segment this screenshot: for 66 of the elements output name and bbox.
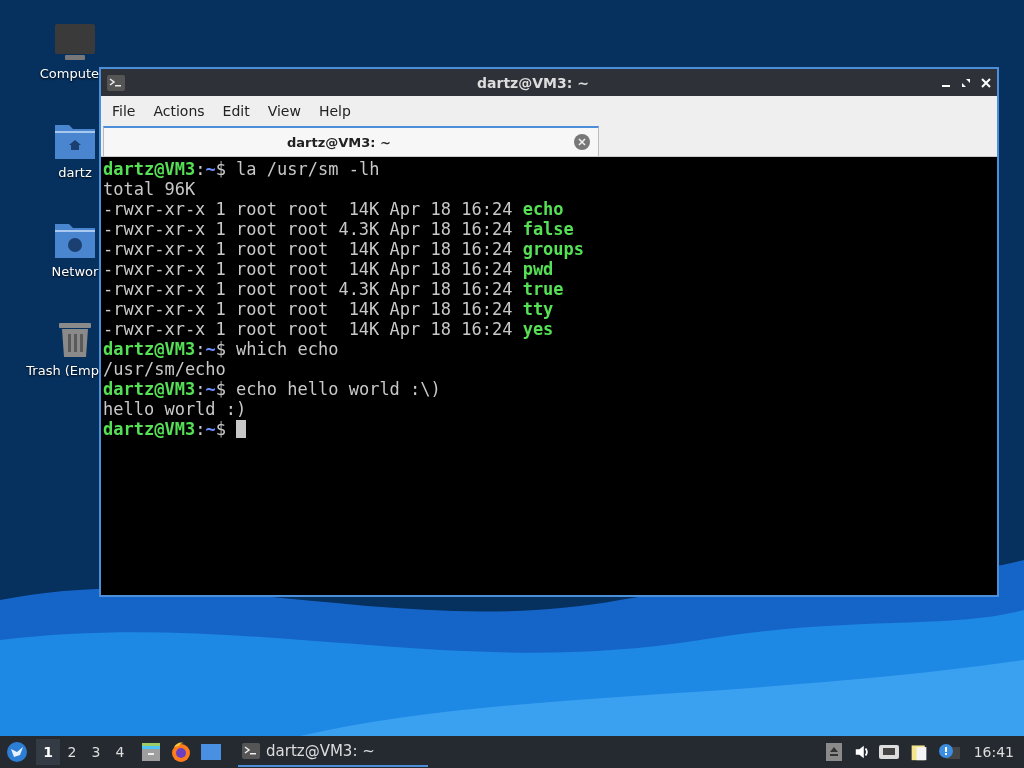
terminal-text: -rwxr-xr-x 1 root root 14K Apr 18 16:24 <box>103 319 514 339</box>
bird-logo-icon[interactable] <box>6 741 28 763</box>
workspace-button[interactable]: 3 <box>84 739 108 765</box>
terminal-text: ~ <box>205 159 216 179</box>
terminal-text: : <box>195 379 206 399</box>
terminal-icon <box>107 74 125 91</box>
speaker-icon[interactable] <box>853 743 870 761</box>
terminal-text: $ echo hello world :\) <box>215 379 441 399</box>
terminal-area[interactable] <box>101 157 997 595</box>
workspace-button[interactable]: 1 <box>36 739 60 765</box>
desktop-icon-label[interactable]: dartz <box>51 165 99 180</box>
notification-icon[interactable] <box>937 743 960 761</box>
terminal-text: true <box>522 279 564 299</box>
tab[interactable]: dartz@VM3: ~ <box>103 126 599 156</box>
terminal-icon <box>242 743 260 759</box>
terminal-text: false <box>522 219 574 239</box>
terminal-text: -rwxr-xr-x 1 root root 14K Apr 18 16:24 <box>103 199 514 219</box>
terminal-text: : <box>195 419 206 439</box>
menu-item[interactable]: Actions <box>144 103 214 119</box>
desktop-icon-label[interactable]: Trash (Emp <box>26 363 99 378</box>
terminal-text: : <box>195 159 206 179</box>
desktop-icon-label[interactable]: Compute <box>39 66 99 81</box>
menu-item[interactable]: File <box>103 103 145 119</box>
terminal-text: -rwxr-xr-x 1 root root 14K Apr 18 16:24 <box>103 299 514 319</box>
menu-item[interactable]: Help <box>309 103 360 119</box>
terminal-text: total 96K <box>103 179 196 199</box>
show-desktop-icon[interactable] <box>200 741 222 763</box>
terminal-text: ~ <box>205 419 216 439</box>
browser-icon[interactable] <box>170 741 192 763</box>
menu-item[interactable]: View <box>258 103 310 119</box>
network-port-icon[interactable] <box>877 743 900 761</box>
terminal-text: -rwxr-xr-x 1 root root 14K Apr 18 16:24 <box>103 239 514 259</box>
terminal-text: dartz@VM3 <box>103 339 196 359</box>
terminal-text: /usr/sm/echo <box>103 359 226 379</box>
terminal-text: ~ <box>205 339 216 359</box>
maximize-icon[interactable] <box>961 77 971 88</box>
text-cursor <box>235 420 246 438</box>
terminal-text: ~ <box>205 379 216 399</box>
workspace-button[interactable]: 4 <box>108 739 132 765</box>
terminal-text: hello world :) <box>103 399 247 419</box>
monitor-icon[interactable] <box>53 22 97 62</box>
terminal-text: groups <box>522 239 585 259</box>
terminal-text: dartz@VM3 <box>103 159 196 179</box>
terminal-text: -rwxr-xr-x 1 root root 4.3K Apr 18 16:24 <box>103 279 514 299</box>
close-icon[interactable] <box>981 77 991 88</box>
desktop-icon-label[interactable]: Networ <box>51 264 99 279</box>
window-title: dartz@VM3: ~ <box>476 74 590 91</box>
terminal-text: echo <box>522 199 564 219</box>
terminal-text: dartz@VM3 <box>103 419 196 439</box>
terminal-text: -rwxr-xr-x 1 root root 14K Apr 18 16:24 <box>103 259 514 279</box>
eject-icon[interactable] <box>825 743 842 761</box>
close-tab-icon[interactable] <box>574 134 590 150</box>
terminal-text: : <box>195 339 206 359</box>
menu-item[interactable]: Edit <box>213 103 259 119</box>
terminal-text: $ which echo <box>215 339 339 359</box>
terminal-text: tty <box>522 299 554 319</box>
terminal-text: dartz@VM3 <box>103 379 196 399</box>
clock[interactable]: 16:41 <box>973 744 1014 760</box>
terminal-text: -rwxr-xr-x 1 root root 4.3K Apr 18 16:24 <box>103 219 514 239</box>
workspace-button[interactable]: 2 <box>60 739 84 765</box>
terminal-text: pwd <box>522 259 554 279</box>
terminal-text: yes <box>522 319 554 339</box>
terminal-text: $ <box>215 419 226 439</box>
terminal-text: $ la /usr/sm -lh <box>215 159 380 179</box>
task-button[interactable]: dartz@VM3: ~ <box>238 737 428 767</box>
file-cabinet-icon[interactable] <box>140 741 162 763</box>
